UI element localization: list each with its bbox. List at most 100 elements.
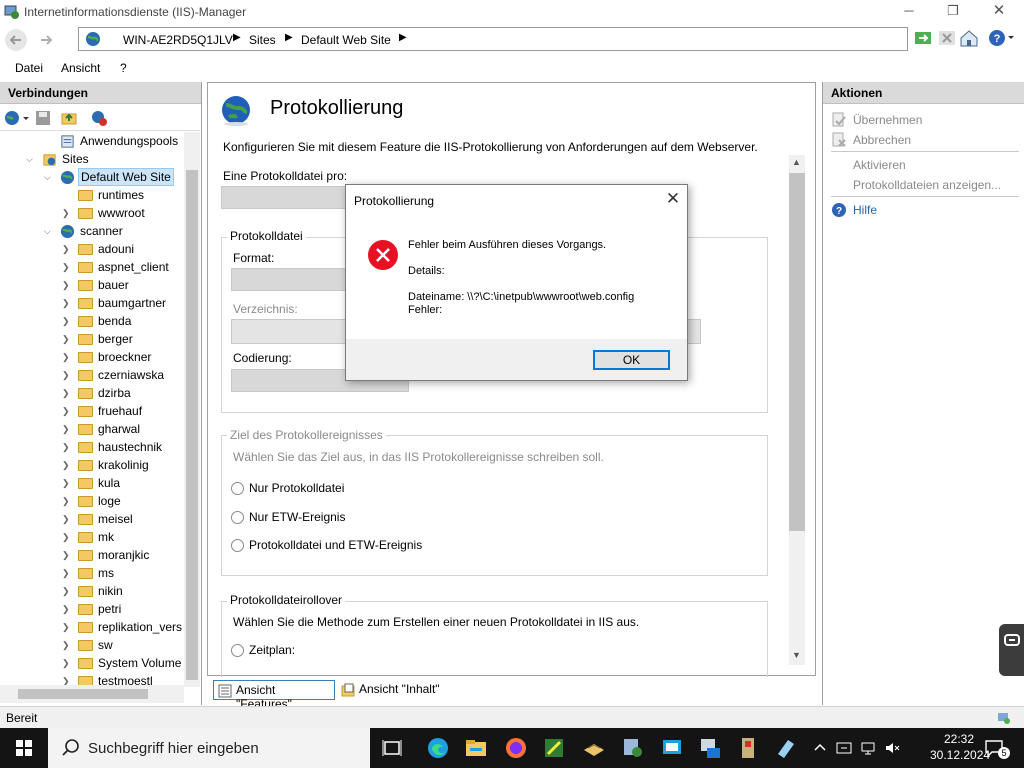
feature-scroll-thumb[interactable]	[789, 173, 805, 531]
dialog-close-button[interactable]: ✕	[663, 190, 683, 210]
radio-both-label[interactable]: Protokolldatei und ETW-Ereignis	[249, 538, 422, 552]
stop-icon[interactable]	[936, 27, 958, 49]
collapse-chevron-icon[interactable]: ⌵	[26, 150, 36, 168]
server-manager-icon[interactable]	[582, 736, 606, 760]
expand-chevron-icon[interactable]: ❯	[62, 330, 72, 348]
tree-node[interactable]: ❯ czerniawska	[0, 366, 184, 384]
expand-chevron-icon[interactable]: ❯	[62, 654, 72, 672]
expand-chevron-icon[interactable]: ❯	[62, 438, 72, 456]
help-dropdown-icon[interactable]: ?	[986, 27, 1016, 49]
radio-log-file-only[interactable]	[231, 482, 244, 495]
breadcrumb-sites[interactable]: Sites	[249, 33, 276, 47]
notepad-icon[interactable]	[774, 736, 798, 760]
expand-chevron-icon[interactable]: ❯	[62, 600, 72, 618]
expand-chevron-icon[interactable]: ❯	[62, 546, 72, 564]
tree-node[interactable]: ❯ benda	[0, 312, 184, 330]
tree-node[interactable]: ❯ sw	[0, 636, 184, 654]
tree-node[interactable]: runtimes	[0, 186, 184, 204]
tree-node[interactable]: ⌵ scanner	[0, 222, 184, 240]
tree-node[interactable]: ❯ gharwal	[0, 420, 184, 438]
expand-chevron-icon[interactable]: ❯	[62, 564, 72, 582]
computer-management-icon[interactable]	[698, 736, 722, 760]
breadcrumb-server[interactable]: WIN-AE2RD5Q1JLV	[123, 33, 233, 47]
tree-node[interactable]: ❯ System Volume	[0, 654, 184, 672]
radio-log-file-only-label[interactable]: Nur Protokolldatei	[249, 481, 344, 495]
tree-node[interactable]: ❯ ms	[0, 564, 184, 582]
expand-chevron-icon[interactable]: ❯	[62, 618, 72, 636]
expand-chevron-icon[interactable]: ❯	[62, 294, 72, 312]
scroll-up-arrow-icon[interactable]: ▲	[792, 157, 801, 167]
tree-node[interactable]: ❯ krakolinig	[0, 456, 184, 474]
windows-start-icon[interactable]	[0, 728, 48, 768]
tree-node[interactable]: ⌵ Sites	[0, 150, 184, 168]
tree-node[interactable]: ❯ mk	[0, 528, 184, 546]
tree-node[interactable]: ❯ kula	[0, 474, 184, 492]
tree-node[interactable]: ❯ baumgartner	[0, 294, 184, 312]
refresh-icon[interactable]	[912, 27, 934, 49]
expand-chevron-icon[interactable]: ❯	[62, 528, 72, 546]
expand-chevron-icon[interactable]: ❯	[62, 492, 72, 510]
collapse-chevron-icon[interactable]: ⌵	[44, 168, 54, 186]
tree-node[interactable]: ❯ replikation_vers	[0, 618, 184, 636]
forward-arrow-icon[interactable]	[34, 28, 58, 52]
breadcrumb-separator[interactable]: ▶	[285, 32, 293, 43]
breadcrumb-separator[interactable]: ▶	[233, 32, 241, 43]
expand-chevron-icon[interactable]: ❯	[62, 510, 72, 528]
radio-etw-only[interactable]	[231, 511, 244, 524]
expand-chevron-icon[interactable]: ❯	[62, 582, 72, 600]
tree-node[interactable]: ❯ loge	[0, 492, 184, 510]
tray-chevron-icon[interactable]	[812, 740, 828, 756]
file-explorer-icon[interactable]	[464, 736, 488, 760]
back-arrow-icon[interactable]	[4, 28, 28, 52]
firefox-icon[interactable]	[504, 736, 528, 760]
task-view-icon[interactable]	[380, 736, 404, 760]
expand-chevron-icon[interactable]: ❯	[62, 312, 72, 330]
tray-volume-muted-icon[interactable]	[884, 740, 900, 756]
home-icon[interactable]	[958, 27, 980, 49]
maximize-button[interactable]: ❐	[930, 0, 976, 24]
tree-node[interactable]: ❯ nikin	[0, 582, 184, 600]
tab-features-view[interactable]: Ansicht "Features"	[213, 680, 335, 711]
scroll-down-arrow-icon[interactable]: ▼	[792, 650, 801, 660]
tree-node[interactable]: ❯ dzirba	[0, 384, 184, 402]
taskbar-clock[interactable]: 22:32 30.12.2024	[930, 731, 990, 763]
expand-chevron-icon[interactable]: ❯	[62, 204, 72, 222]
minimize-button[interactable]: ─	[886, 0, 932, 24]
remote-desktop-icon[interactable]	[660, 736, 684, 760]
connect-icon[interactable]	[4, 109, 30, 127]
action-cancel[interactable]: Abbrechen	[853, 133, 911, 147]
menu-view[interactable]: Ansicht	[57, 61, 104, 75]
tree-node[interactable]: ❯ meisel	[0, 510, 184, 528]
close-window-button[interactable]: ✕	[976, 0, 1022, 24]
expand-chevron-icon[interactable]: ❯	[62, 474, 72, 492]
save-icon[interactable]	[34, 109, 52, 127]
expand-chevron-icon[interactable]: ❯	[62, 240, 72, 258]
tray-monitor-icon[interactable]	[836, 740, 852, 756]
radio-schedule[interactable]	[231, 644, 244, 657]
action-apply[interactable]: Übernehmen	[853, 113, 922, 127]
breadcrumb-default-web-site[interactable]: Default Web Site	[301, 33, 391, 47]
tree-node[interactable]: ⌵ Default Web Site	[0, 168, 184, 186]
action-help[interactable]: Hilfe	[853, 203, 877, 217]
tree-node[interactable]: ❯ bauer	[0, 276, 184, 294]
tree-hscroll-thumb[interactable]	[18, 689, 148, 699]
expand-chevron-icon[interactable]: ❯	[62, 402, 72, 420]
menu-help[interactable]: ?	[116, 61, 131, 75]
tree-node[interactable]: ❯ petri	[0, 600, 184, 618]
tray-network-icon[interactable]	[860, 740, 876, 756]
disconnect-icon[interactable]	[90, 109, 108, 127]
breadcrumb-separator[interactable]: ▶	[399, 32, 407, 43]
expand-chevron-icon[interactable]: ❯	[62, 636, 72, 654]
tree-node[interactable]: ❯ berger	[0, 330, 184, 348]
tool-icon[interactable]	[736, 736, 760, 760]
tree-node[interactable]: ❯ wwwroot	[0, 204, 184, 222]
tree-node[interactable]: ❯ broeckner	[0, 348, 184, 366]
expand-chevron-icon[interactable]: ❯	[62, 348, 72, 366]
action-activate[interactable]: Aktivieren	[853, 158, 906, 172]
radio-schedule-label[interactable]: Zeitplan:	[249, 643, 295, 657]
iis-manager-taskbar-icon[interactable]	[620, 736, 644, 760]
network-tool-icon[interactable]	[542, 736, 566, 760]
expand-chevron-icon[interactable]: ❯	[62, 366, 72, 384]
tree-node[interactable]: ❯ fruehauf	[0, 402, 184, 420]
tree-node[interactable]: Anwendungspools	[0, 132, 184, 150]
